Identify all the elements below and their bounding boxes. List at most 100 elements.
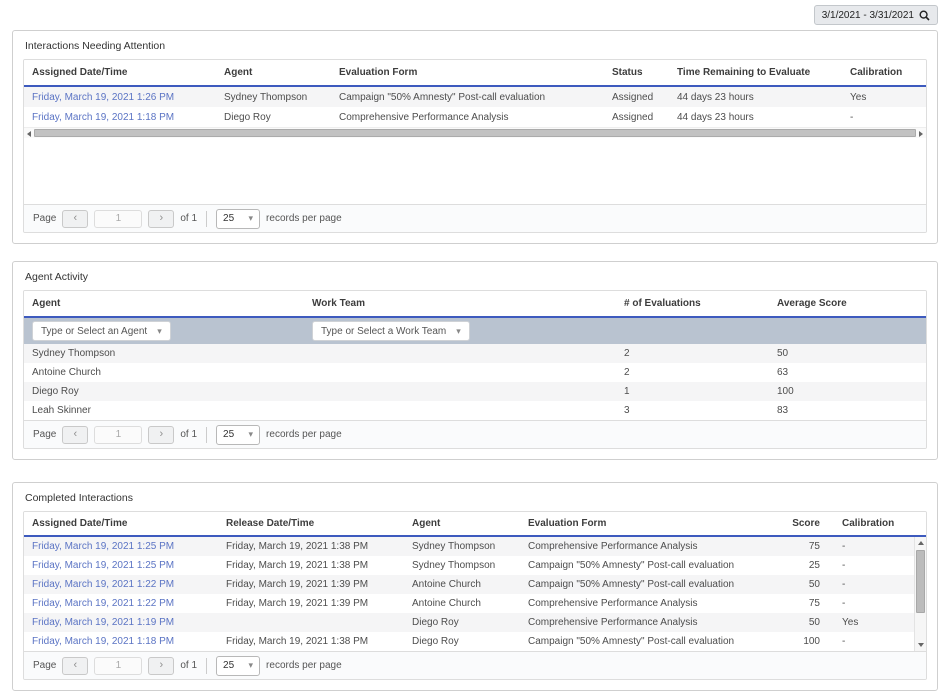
time-remaining-cell: 44 days 23 hours (669, 92, 842, 103)
chevron-right-icon: › (160, 213, 164, 224)
form-cell: Comprehensive Performance Analysis (520, 541, 784, 552)
score-cell: 25 (784, 560, 828, 571)
agent-cell: Sydney Thompson (404, 541, 520, 552)
page-size-select[interactable]: 25 ▾ (216, 209, 260, 229)
calibration-cell: - (828, 560, 914, 571)
release-cell: Friday, March 19, 2021 1:39 PM (218, 579, 404, 590)
agent-activity-table: Agent Work Team # of Evaluations Average… (23, 290, 927, 449)
table-row: Friday, March 19, 2021 1:26 PMSydney Tho… (24, 87, 926, 107)
panel-interactions-needing-attention: Interactions Needing Attention Assigned … (12, 30, 938, 244)
next-page-button[interactable]: › (148, 210, 174, 228)
status-cell: Assigned (604, 92, 669, 103)
agent-cell: Sydney Thompson (404, 560, 520, 571)
form-cell: Comprehensive Performance Analysis (520, 598, 784, 609)
page-number-input[interactable] (94, 210, 142, 228)
calibration-cell: Yes (828, 617, 914, 628)
assigned-cell[interactable]: Friday, March 19, 2021 1:18 PM (24, 636, 218, 647)
score-cell: 75 (784, 541, 828, 552)
score-cell: 50 (784, 617, 828, 628)
attention-table-header: Assigned Date/Time Agent Evaluation Form… (24, 60, 926, 87)
previous-page-button[interactable]: ‹ (62, 210, 88, 228)
column-header-assigned: Assigned Date/Time (24, 67, 216, 78)
scroll-down-icon[interactable] (918, 643, 924, 647)
page-count-label: of 1 (180, 429, 197, 440)
calibration-cell: - (842, 112, 926, 123)
table-row: Diego Roy1100 (24, 382, 926, 401)
table-row: Friday, March 19, 2021 1:18 PMDiego RoyC… (24, 107, 926, 127)
previous-page-button[interactable]: ‹ (62, 426, 88, 444)
work-team-filter-dropdown[interactable]: Type or Select a Work Team ▾ (312, 321, 470, 341)
table-row: Friday, March 19, 2021 1:22 PMFriday, Ma… (24, 594, 914, 613)
score-cell: 75 (784, 598, 828, 609)
previous-page-button[interactable]: ‹ (62, 657, 88, 675)
agent-cell: Sydney Thompson (216, 92, 331, 103)
release-cell: Friday, March 19, 2021 1:38 PM (218, 560, 404, 571)
page-number-input[interactable] (94, 426, 142, 444)
assigned-cell[interactable]: Friday, March 19, 2021 1:25 PM (24, 560, 218, 571)
chevron-left-icon: ‹ (74, 429, 78, 440)
next-page-button[interactable]: › (148, 426, 174, 444)
scroll-right-icon[interactable] (919, 131, 923, 137)
caret-down-icon: ▾ (456, 326, 461, 337)
column-header-average-score: Average Score (769, 298, 926, 309)
page-number-input[interactable] (94, 657, 142, 675)
page-size-select[interactable]: 25 ▾ (216, 656, 260, 676)
attention-table-body: Friday, March 19, 2021 1:26 PMSydney Tho… (24, 87, 926, 127)
date-range-label: 3/1/2021 - 3/31/2021 (822, 10, 914, 21)
calibration-cell: - (828, 636, 914, 647)
agent-cell: Sydney Thompson (24, 348, 304, 359)
assigned-cell[interactable]: Friday, March 19, 2021 1:25 PM (24, 541, 218, 552)
assigned-cell[interactable]: Friday, March 19, 2021 1:22 PM (24, 579, 218, 590)
completed-table-header: Assigned Date/Time Release Date/Time Age… (24, 512, 926, 537)
search-icon (919, 10, 930, 21)
evaluations-cell: 1 (616, 386, 769, 397)
completed-pager: Page ‹ › of 1 25 ▾ records per page (24, 651, 926, 679)
assigned-cell[interactable]: Friday, March 19, 2021 1:26 PM (24, 92, 216, 103)
attention-pager: Page ‹ › of 1 25 ▾ records per page (24, 204, 926, 232)
horizontal-scrollbar-thumb[interactable] (34, 129, 916, 137)
time-remaining-cell: 44 days 23 hours (669, 112, 842, 123)
completed-table: Assigned Date/Time Release Date/Time Age… (23, 511, 927, 680)
vertical-scrollbar-thumb[interactable] (916, 550, 925, 613)
column-header-agent: Agent (24, 298, 304, 309)
attention-table: Assigned Date/Time Agent Evaluation Form… (23, 59, 927, 233)
average-score-cell: 63 (769, 367, 926, 378)
column-header-release: Release Date/Time (218, 518, 404, 529)
assigned-cell[interactable]: Friday, March 19, 2021 1:19 PM (24, 617, 218, 628)
calibration-cell: - (828, 598, 914, 609)
column-header-assigned: Assigned Date/Time (24, 518, 218, 529)
panel-agent-activity: Agent Activity Agent Work Team # of Eval… (12, 261, 938, 460)
scroll-left-icon[interactable] (27, 131, 31, 137)
date-range-button[interactable]: 3/1/2021 - 3/31/2021 (814, 5, 938, 25)
assigned-cell[interactable]: Friday, March 19, 2021 1:18 PM (24, 112, 216, 123)
top-toolbar: 3/1/2021 - 3/31/2021 (0, 0, 950, 30)
caret-down-icon: ▾ (249, 213, 254, 224)
calibration-cell: - (828, 541, 914, 552)
next-page-button[interactable]: › (148, 657, 174, 675)
agent-cell: Antoine Church (24, 367, 304, 378)
calibration-cell: Yes (842, 92, 926, 103)
page-size-value: 25 (223, 660, 234, 671)
agent-filter-dropdown[interactable]: Type or Select an Agent ▾ (32, 321, 171, 341)
form-cell: Comprehensive Performance Analysis (520, 617, 784, 628)
page-size-select[interactable]: 25 ▾ (216, 425, 260, 445)
chevron-right-icon: › (160, 429, 164, 440)
page-size-value: 25 (223, 429, 234, 440)
table-row: Friday, March 19, 2021 1:22 PMFriday, Ma… (24, 575, 914, 594)
panel-title: Interactions Needing Attention (23, 38, 927, 59)
vertical-scrollbar[interactable] (914, 537, 926, 651)
assigned-cell[interactable]: Friday, March 19, 2021 1:22 PM (24, 598, 218, 609)
agent-cell: Diego Roy (404, 636, 520, 647)
score-cell: 50 (784, 579, 828, 590)
completed-table-body: Friday, March 19, 2021 1:25 PMFriday, Ma… (24, 537, 914, 651)
table-row: Friday, March 19, 2021 1:25 PMFriday, Ma… (24, 556, 914, 575)
table-row: Friday, March 19, 2021 1:19 PMDiego RoyC… (24, 613, 914, 632)
evaluations-cell: 2 (616, 348, 769, 359)
page-label: Page (33, 660, 56, 671)
scroll-up-icon[interactable] (918, 541, 924, 545)
horizontal-scrollbar[interactable] (24, 127, 926, 138)
release-cell: Friday, March 19, 2021 1:38 PM (218, 541, 404, 552)
records-per-page-label: records per page (266, 660, 342, 671)
page-label: Page (33, 213, 56, 224)
agent-filter-placeholder: Type or Select an Agent (41, 326, 147, 337)
